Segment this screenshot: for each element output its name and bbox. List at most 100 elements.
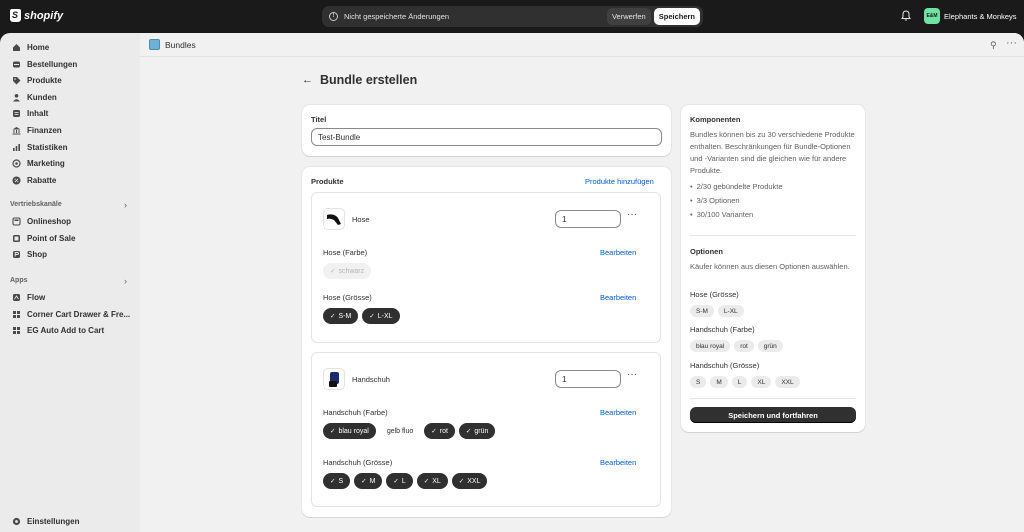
option-tag: blau royal (690, 340, 731, 352)
product-name: Hose (352, 215, 370, 224)
option-chip: schwarz (323, 263, 372, 279)
sidebar-item-orders[interactable]: Bestellungen (12, 60, 77, 69)
gear-icon (12, 517, 21, 526)
options-title: Optionen (690, 247, 723, 256)
sidebar-item-finance[interactable]: Finanzen (12, 126, 62, 135)
option-group-label: Handschuh (Farbe) (690, 325, 755, 334)
inbox-icon (13, 61, 20, 68)
save-button[interactable]: Speichern (653, 8, 700, 25)
option-values: schwarz (323, 263, 372, 279)
pos-icon (13, 235, 20, 242)
tag-icon (13, 77, 21, 85)
sidebar-item-discounts[interactable]: Rabatte (12, 176, 56, 185)
sidebar-item-marketing[interactable]: Marketing (12, 159, 65, 168)
sidebar-item-products[interactable]: Produkte (12, 76, 62, 85)
option-chip[interactable]: grün (458, 423, 496, 439)
sidebar-item-label: Flow (27, 293, 46, 302)
sidebar-item-corner-cart[interactable]: Corner Cart Drawer & Fre... (12, 310, 130, 319)
add-products-link[interactable]: Produkte hinzufügen (585, 177, 654, 186)
sidebar-item-content[interactable]: Inhalt (12, 109, 48, 118)
shopify-logo[interactable]: shopify (10, 9, 63, 22)
sidebar-item-label: Onlineshop (27, 217, 71, 226)
store-switcher[interactable]: E&M Elephants & Monkeys (924, 8, 1017, 24)
app-header: Bundles ⚲ ··· (140, 33, 1024, 57)
limit-item: • 3/3 Optionen (690, 196, 740, 205)
edit-option-link[interactable]: Bearbeiten (600, 293, 636, 302)
sidebar-item-online-store[interactable]: Onlineshop (12, 217, 71, 226)
option-tag: L (731, 376, 748, 388)
sidebar-item-shop[interactable]: Shop (12, 250, 47, 259)
sidebar-item-label: Rabatte (27, 176, 57, 185)
unsaved-changes-bar: ! Nicht gespeicherte Änderungen Verwerfe… (322, 6, 703, 27)
option-chip[interactable]: S (323, 473, 351, 489)
components-description: Bundles können bis zu 30 verschiedene Pr… (690, 130, 855, 175)
sales-channels-heading[interactable]: Vertriebskanäle (10, 201, 62, 208)
more-actions-icon[interactable]: ··· (1006, 37, 1017, 49)
option-tag: rot (734, 340, 754, 352)
brand-name: shopify (24, 9, 64, 22)
option-chip[interactable]: L-XL (362, 308, 400, 324)
option-chip[interactable]: blau royal (323, 423, 376, 439)
page-title-text: Bundle erstellen (320, 73, 418, 87)
option-tag: S-M (690, 305, 714, 317)
app-icon (13, 327, 20, 334)
title-label: Titel (311, 115, 327, 124)
sidebar-item-flow[interactable]: Flow (12, 293, 45, 302)
product-image-handschuh (323, 368, 345, 390)
back-arrow-icon[interactable]: ← (302, 74, 313, 86)
chevron-right-icon[interactable]: › (124, 200, 127, 210)
option-chip[interactable]: M (354, 473, 383, 489)
more-options-icon[interactable]: ··· (627, 369, 637, 380)
more-options-icon[interactable]: ··· (627, 209, 637, 220)
bell-icon[interactable] (901, 10, 911, 21)
option-chip[interactable]: XXL (451, 473, 488, 489)
option-tag: L-XL (717, 305, 744, 317)
option-label: Hose (Farbe) (323, 248, 368, 257)
option-chip[interactable]: XL (416, 473, 448, 489)
store-avatar: E&M (924, 8, 940, 24)
sidebar-item-label: Finanzen (27, 126, 62, 135)
apps-heading[interactable]: Apps (10, 277, 28, 284)
option-chip[interactable]: rot (424, 423, 455, 439)
edit-option-link[interactable]: Bearbeiten (600, 458, 636, 467)
page-title: ← Bundle erstellen (302, 73, 417, 87)
option-tag: XXL (775, 376, 800, 388)
sidebar-item-customers[interactable]: Kunden (12, 93, 57, 102)
quantity-input[interactable]: 1 (555, 370, 621, 388)
shop-icon (13, 251, 20, 258)
sidebar-item-settings[interactable]: Einstellungen (12, 517, 79, 526)
sidebar-item-analytics[interactable]: Statistiken (12, 143, 67, 152)
sidebar-item-label: Marketing (27, 159, 65, 168)
sidebar-item-label: Inhalt (27, 109, 49, 118)
edit-option-link[interactable]: Bearbeiten (600, 408, 636, 417)
limit-item: • 30/100 Varianten (690, 210, 754, 219)
option-group-label: Handschuh (Grösse) (690, 361, 760, 370)
sidebar-item-label: Produkte (27, 76, 62, 85)
quantity-input[interactable]: 1 (555, 210, 621, 228)
main-content: Bundles ⚲ ··· ← Bundle erstellen Titel T… (140, 33, 1024, 532)
title-input[interactable]: Test-Bundle (311, 128, 662, 146)
limit-item: • 2/30 gebündelte Produkte (690, 182, 783, 191)
option-label: Hose (Grösse) (323, 293, 372, 302)
content-icon (13, 110, 20, 117)
edit-option-link[interactable]: Bearbeiten (600, 248, 636, 257)
app-title: Bundles (149, 39, 196, 50)
option-chip[interactable]: S-M (323, 308, 359, 324)
product-image-hose (323, 208, 345, 230)
sidebar-item-pos[interactable]: Point of Sale (12, 234, 75, 243)
flow-icon (13, 294, 20, 301)
target-icon (12, 159, 21, 168)
option-chip[interactable]: L (386, 473, 413, 489)
option-chip[interactable]: gelb fluo (379, 423, 421, 439)
top-bar: shopify ! Nicht gespeicherte Änderungen … (0, 0, 1024, 33)
option-group-values: blau royal rot grün (690, 340, 783, 352)
product-card-handschuh: Handschuh 1 ··· Handschuh (Farbe) Bearbe… (311, 352, 661, 507)
components-title: Komponenten (690, 115, 741, 124)
chevron-right-icon[interactable]: › (124, 276, 127, 286)
discard-button[interactable]: Verwerfen (606, 8, 651, 25)
sidebar-item-eg-auto-add[interactable]: EG Auto Add to Cart (12, 326, 104, 335)
sidebar-item-label: Shop (27, 250, 47, 259)
save-and-continue-button[interactable]: Speichern und fortfahren (690, 407, 856, 423)
sidebar-item-home[interactable]: Home (12, 43, 49, 52)
pin-icon[interactable]: ⚲ (990, 40, 997, 51)
